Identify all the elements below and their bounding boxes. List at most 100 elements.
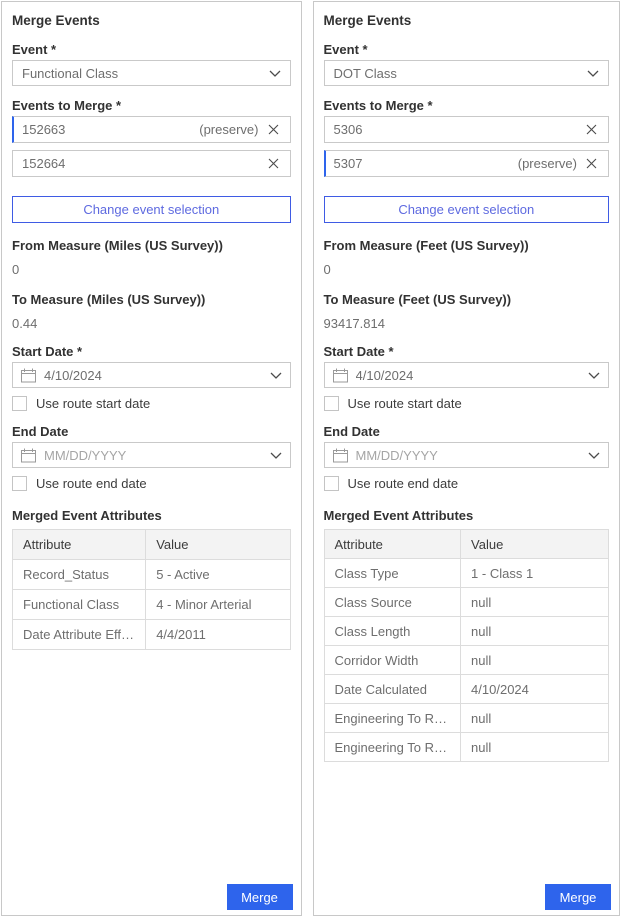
value-cell: 4 - Minor Arterial xyxy=(146,590,290,620)
page-title: Merge Events xyxy=(324,13,610,28)
to-measure-value: 0.44 xyxy=(12,316,291,331)
event-id: 5307 xyxy=(334,156,511,171)
use-route-end-date-checkbox[interactable] xyxy=(324,476,339,491)
merge-events-panel-right: Merge Events Event * DOT Class Events to… xyxy=(313,1,621,916)
event-to-merge-row: 152664 xyxy=(12,150,291,177)
table-header-row: Attribute Value xyxy=(13,530,291,560)
merge-button[interactable]: Merge xyxy=(545,884,611,910)
chevron-down-icon xyxy=(270,372,282,379)
start-date-input[interactable]: 4/10/2024 xyxy=(12,362,291,388)
attribute-cell: Engineering To Route ... xyxy=(324,733,461,762)
use-route-end-date-checkbox[interactable] xyxy=(12,476,27,491)
use-route-start-date-label: Use route start date xyxy=(348,396,462,411)
close-icon[interactable] xyxy=(584,156,599,171)
attribute-cell: Class Length xyxy=(324,617,461,646)
events-to-merge-label: Events to Merge * xyxy=(12,98,291,113)
attribute-cell: Class Type xyxy=(324,559,461,588)
from-measure-value: 0 xyxy=(12,262,291,277)
start-date-value: 4/10/2024 xyxy=(44,368,262,383)
table-row: Class Source null xyxy=(324,588,609,617)
event-label: Event * xyxy=(12,42,291,57)
use-route-start-date-row: Use route start date xyxy=(12,396,291,411)
chevron-down-icon xyxy=(270,452,282,459)
preserve-badge: (preserve) xyxy=(199,122,258,137)
value-cell: null xyxy=(461,617,609,646)
merged-attributes-table: Attribute Value Record_Status 5 - Active… xyxy=(12,529,291,650)
end-date-placeholder: MM/DD/YYYY xyxy=(44,448,262,463)
from-measure-label: From Measure (Feet (US Survey)) xyxy=(324,238,610,253)
change-event-selection-button[interactable]: Change event selection xyxy=(324,196,610,223)
merge-events-panel-left: Merge Events Event * Functional Class Ev… xyxy=(1,1,302,916)
start-date-input[interactable]: 4/10/2024 xyxy=(324,362,610,388)
attribute-column-header: Attribute xyxy=(13,530,146,560)
calendar-icon xyxy=(333,448,348,463)
use-route-start-date-checkbox[interactable] xyxy=(12,396,27,411)
end-date-label: End Date xyxy=(12,424,291,439)
change-event-selection-button[interactable]: Change event selection xyxy=(12,196,291,223)
table-row: Class Type 1 - Class 1 xyxy=(324,559,609,588)
attribute-cell: Record_Status xyxy=(13,560,146,590)
chevron-down-icon xyxy=(587,70,599,77)
to-measure-value: 93417.814 xyxy=(324,316,610,331)
close-icon[interactable] xyxy=(266,156,281,171)
from-measure-label: From Measure (Miles (US Survey)) xyxy=(12,238,291,253)
from-measure-value: 0 xyxy=(324,262,610,277)
table-row: Record_Status 5 - Active xyxy=(13,560,291,590)
page-title: Merge Events xyxy=(12,13,291,28)
preserve-badge: (preserve) xyxy=(518,156,577,171)
event-id: 152664 xyxy=(22,156,252,171)
chevron-down-icon xyxy=(588,452,600,459)
value-cell: null xyxy=(461,733,609,762)
merged-event-attributes-title: Merged Event Attributes xyxy=(12,508,291,523)
attribute-cell: Corridor Width xyxy=(324,646,461,675)
event-to-merge-row: 152663 (preserve) xyxy=(12,116,291,143)
event-select-value: Functional Class xyxy=(22,66,269,81)
use-route-end-date-row: Use route end date xyxy=(324,476,610,491)
attribute-cell: Class Source xyxy=(324,588,461,617)
value-cell: 4/10/2024 xyxy=(461,675,609,704)
event-id: 152663 xyxy=(22,122,192,137)
use-route-end-date-label: Use route end date xyxy=(36,476,147,491)
to-measure-label: To Measure (Feet (US Survey)) xyxy=(324,292,610,307)
use-route-start-date-checkbox[interactable] xyxy=(324,396,339,411)
event-select-value: DOT Class xyxy=(334,66,588,81)
value-cell: null xyxy=(461,646,609,675)
attribute-cell: Engineering To RouteID xyxy=(324,704,461,733)
merged-event-attributes-title: Merged Event Attributes xyxy=(324,508,610,523)
end-date-input[interactable]: MM/DD/YYYY xyxy=(324,442,610,468)
use-route-end-date-label: Use route end date xyxy=(348,476,459,491)
merge-events-workspace: Merge Events Event * Functional Class Ev… xyxy=(0,0,621,917)
value-column-header: Value xyxy=(146,530,290,560)
table-row: Engineering To Route ... null xyxy=(324,733,609,762)
value-column-header: Value xyxy=(461,530,609,559)
to-measure-label: To Measure (Miles (US Survey)) xyxy=(12,292,291,307)
events-to-merge-label: Events to Merge * xyxy=(324,98,610,113)
end-date-input[interactable]: MM/DD/YYYY xyxy=(12,442,291,468)
value-cell: null xyxy=(461,704,609,733)
calendar-icon xyxy=(21,448,36,463)
close-icon[interactable] xyxy=(266,122,281,137)
end-date-placeholder: MM/DD/YYYY xyxy=(356,448,581,463)
start-date-label: Start Date * xyxy=(12,344,291,359)
event-select[interactable]: DOT Class xyxy=(324,60,610,86)
start-date-value: 4/10/2024 xyxy=(356,368,581,383)
close-icon[interactable] xyxy=(584,122,599,137)
value-cell: 1 - Class 1 xyxy=(461,559,609,588)
use-route-start-date-label: Use route start date xyxy=(36,396,150,411)
table-row: Class Length null xyxy=(324,617,609,646)
merge-button[interactable]: Merge xyxy=(227,884,293,910)
value-cell: null xyxy=(461,588,609,617)
merged-attributes-table: Attribute Value Class Type 1 - Class 1 C… xyxy=(324,529,610,762)
event-select[interactable]: Functional Class xyxy=(12,60,291,86)
value-cell: 5 - Active xyxy=(146,560,290,590)
start-date-label: Start Date * xyxy=(324,344,610,359)
table-row: Engineering To RouteID null xyxy=(324,704,609,733)
chevron-down-icon xyxy=(588,372,600,379)
table-row: Date Attribute Effective 4/4/2011 xyxy=(13,620,291,650)
table-header-row: Attribute Value xyxy=(324,530,609,559)
use-route-end-date-row: Use route end date xyxy=(12,476,291,491)
value-cell: 4/4/2011 xyxy=(146,620,290,650)
table-row: Corridor Width null xyxy=(324,646,609,675)
event-to-merge-row: 5306 xyxy=(324,116,610,143)
calendar-icon xyxy=(21,368,36,383)
